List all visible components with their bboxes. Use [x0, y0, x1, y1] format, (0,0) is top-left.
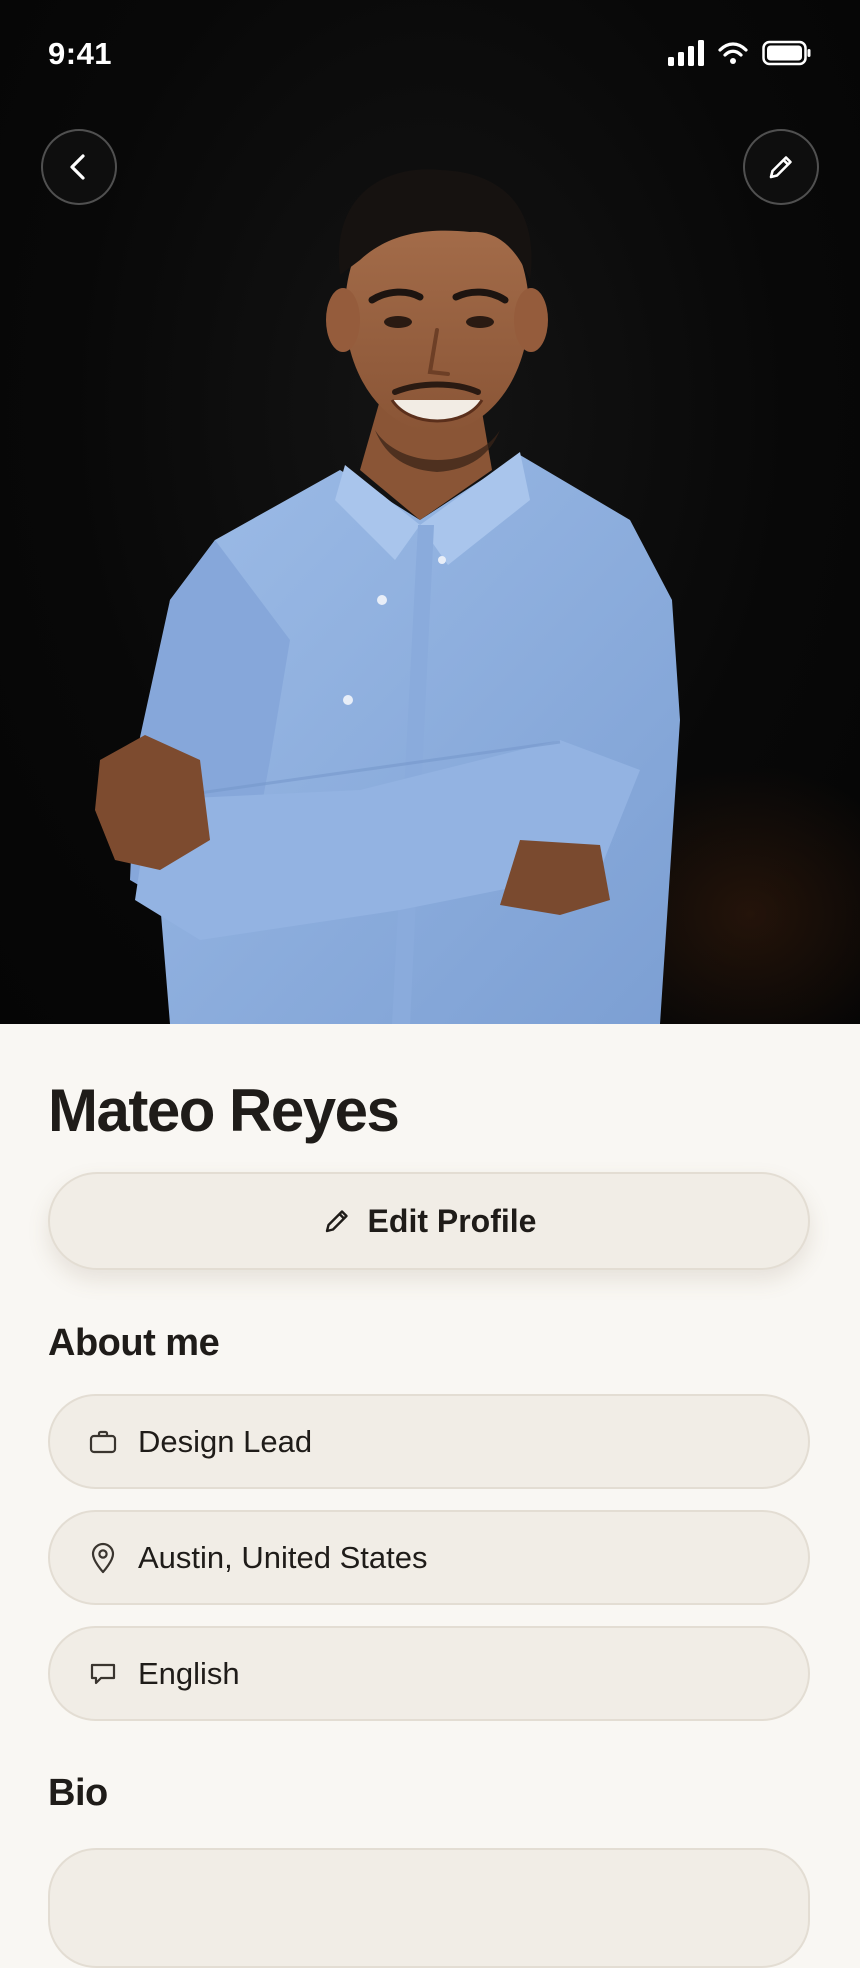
status-icons [668, 40, 812, 66]
edit-profile-label: Edit Profile [367, 1202, 537, 1239]
language-text: English [138, 1655, 240, 1691]
cellular-signal-icon [668, 40, 704, 66]
pencil-icon [325, 1210, 348, 1233]
pencil-icon [769, 156, 792, 179]
location-pin-icon [91, 1542, 115, 1573]
speech-bubble-icon [90, 1663, 116, 1684]
back-button[interactable] [41, 129, 117, 205]
briefcase-icon [89, 1430, 117, 1453]
status-bar: 9:41 [0, 0, 860, 110]
status-time: 9:41 [48, 36, 113, 71]
edit-photo-button[interactable] [743, 129, 819, 205]
chevron-left-icon [70, 154, 85, 180]
language-item[interactable]: English [48, 1626, 810, 1721]
bio-section-title: Bio [48, 1772, 108, 1814]
profile-photo [0, 0, 860, 1024]
about-section-title: About me [48, 1322, 220, 1364]
edit-profile-button[interactable]: Edit Profile [48, 1172, 810, 1270]
profile-content: Mateo Reyes Edit Profile About me Design… [0, 1024, 860, 1968]
job-title-text: Design Lead [138, 1423, 313, 1459]
location-text: Austin, United States [138, 1539, 428, 1575]
wifi-icon [718, 42, 748, 64]
profile-name: Mateo Reyes [48, 1077, 400, 1144]
battery-icon [762, 40, 811, 66]
bio-box[interactable] [48, 1848, 810, 1968]
person-illustration [95, 169, 680, 1024]
location-item[interactable]: Austin, United States [48, 1510, 810, 1605]
job-title-item[interactable]: Design Lead [48, 1394, 810, 1489]
